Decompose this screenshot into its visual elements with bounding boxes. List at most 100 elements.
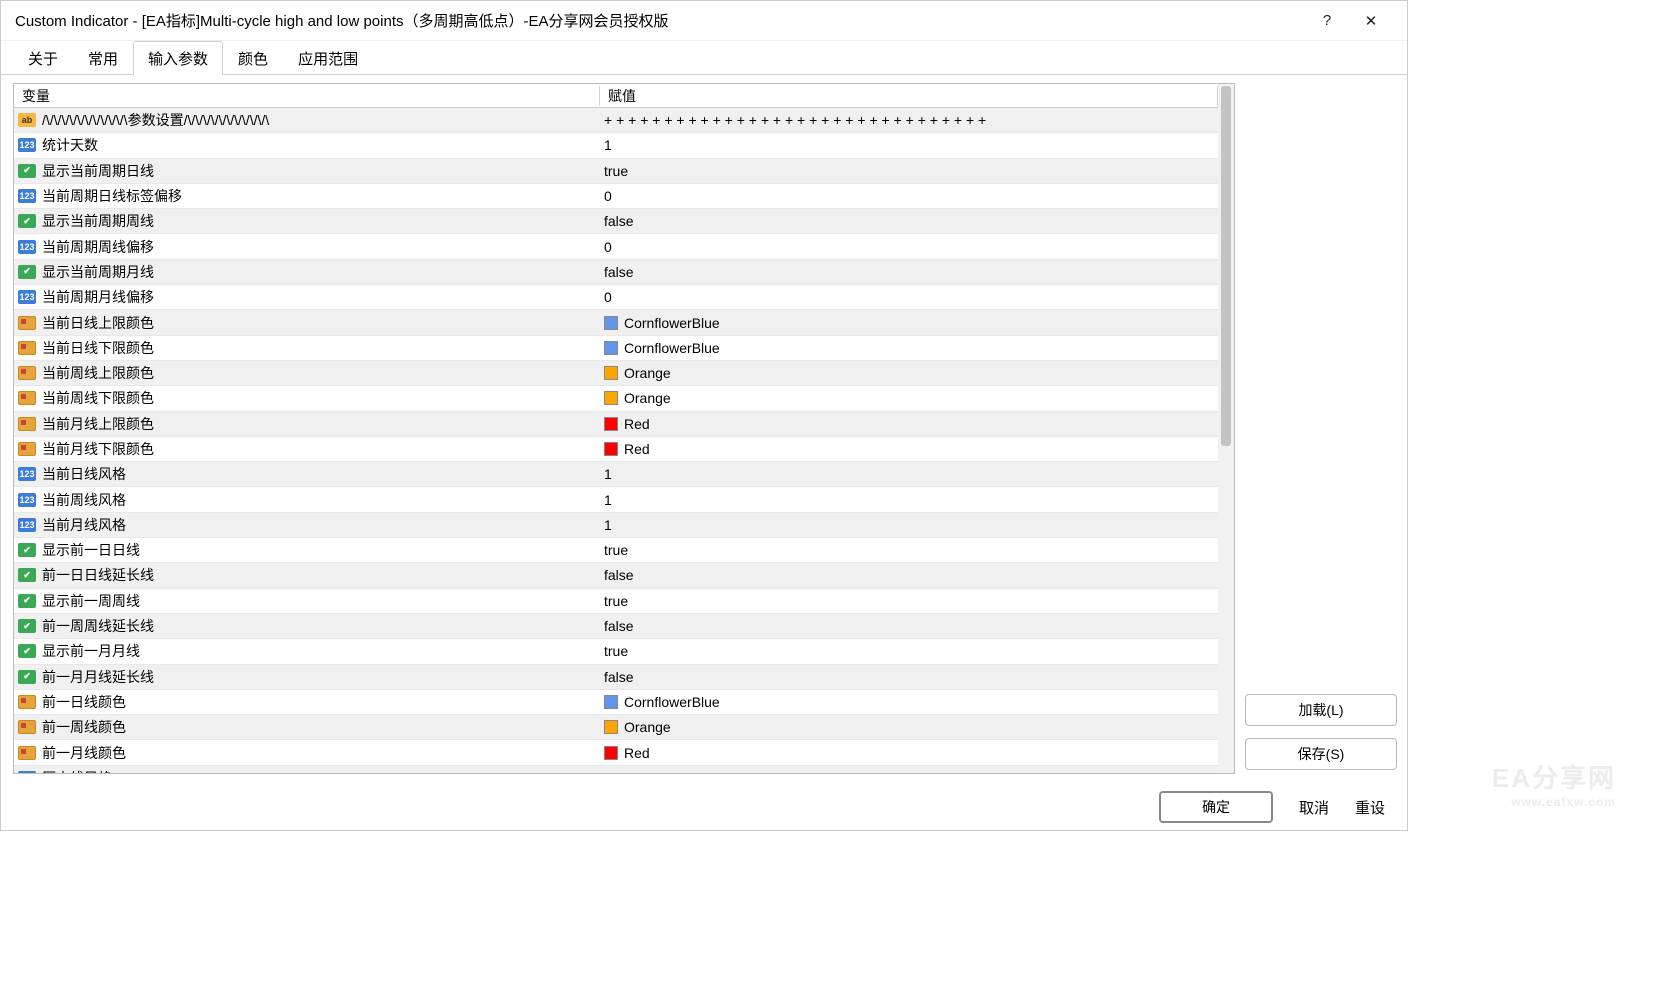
param-name-cell[interactable]: ✔前一日日线延长线 [14, 565, 600, 585]
param-name-cell[interactable]: 123统计天数 [14, 135, 600, 155]
table-row[interactable]: 前一周线颜色Orange [14, 715, 1218, 740]
param-value-cell[interactable]: Red [600, 416, 1218, 432]
param-name-cell[interactable]: ✔显示前一月月线 [14, 641, 600, 661]
param-name-cell[interactable]: 前一月线颜色 [14, 743, 600, 763]
param-value-cell[interactable]: Orange [600, 390, 1218, 406]
table-row[interactable]: 123历史线风格0 [14, 766, 1218, 773]
table-row[interactable]: 123当前周期日线标签偏移0 [14, 184, 1218, 209]
param-value-cell[interactable]: false [600, 264, 1218, 280]
table-row[interactable]: 前一月线颜色Red [14, 740, 1218, 765]
param-name-cell[interactable]: 123当前周期月线偏移 [14, 287, 600, 307]
param-value-cell[interactable]: 0 [600, 188, 1218, 204]
param-value-cell[interactable]: 0 [600, 289, 1218, 305]
param-name-cell[interactable]: ab/\/\/\/\/\/\/\/\/\/\/\参数设置/\/\/\/\/\/\… [14, 110, 600, 130]
save-button[interactable]: 保存(S) [1245, 738, 1397, 770]
param-value-cell[interactable]: false [600, 618, 1218, 634]
param-value-cell[interactable]: 0 [600, 239, 1218, 255]
param-name-cell[interactable]: ✔前一周周线延长线 [14, 616, 600, 636]
table-row[interactable]: 123当前周期周线偏移0 [14, 234, 1218, 259]
table-row[interactable]: 当前周线上限颜色Orange [14, 361, 1218, 386]
param-value-cell[interactable]: 1 [600, 466, 1218, 482]
scrollbar-thumb[interactable] [1221, 86, 1231, 446]
param-name-cell[interactable]: ✔显示当前周期日线 [14, 161, 600, 181]
param-value-cell[interactable]: true [600, 593, 1218, 609]
tab-4[interactable]: 应用范围 [283, 41, 373, 75]
table-row[interactable]: 123当前周线风格1 [14, 487, 1218, 512]
table-row[interactable]: 当前日线下限颜色CornflowerBlue [14, 336, 1218, 361]
param-value-cell[interactable]: 1 [600, 137, 1218, 153]
param-value-cell[interactable]: true [600, 643, 1218, 659]
param-name-cell[interactable]: ✔显示当前周期周线 [14, 211, 600, 231]
param-name-cell[interactable]: 123历史线风格 [14, 768, 600, 773]
table-row[interactable]: ✔显示当前周期日线true [14, 159, 1218, 184]
param-name-cell[interactable]: 123当前周期日线标签偏移 [14, 186, 600, 206]
param-name-cell[interactable]: 前一日线颜色 [14, 692, 600, 712]
table-row[interactable]: 123当前月线风格1 [14, 513, 1218, 538]
param-value-cell[interactable]: Orange [600, 365, 1218, 381]
table-row[interactable]: 当前月线上限颜色Red [14, 412, 1218, 437]
table-row[interactable]: 123统计天数1 [14, 133, 1218, 158]
param-value-cell[interactable]: CornflowerBlue [600, 315, 1218, 331]
param-value-cell[interactable]: false [600, 669, 1218, 685]
param-name-cell[interactable]: 123当前周线风格 [14, 490, 600, 510]
close-button[interactable]: ✕ [1349, 12, 1393, 30]
param-value-cell[interactable]: 1 [600, 492, 1218, 508]
table-row[interactable]: ✔显示当前周期周线false [14, 209, 1218, 234]
table-row[interactable]: 当前周线下限颜色 Orange [14, 386, 1218, 411]
color-swatch [604, 316, 618, 330]
cancel-button[interactable]: 取消 [1299, 797, 1329, 818]
load-button[interactable]: 加载(L) [1245, 694, 1397, 726]
scrollbar[interactable] [1218, 84, 1234, 773]
tab-3[interactable]: 颜色 [223, 41, 283, 75]
param-value-cell[interactable]: Red [600, 441, 1218, 457]
table-row[interactable]: ✔前一周周线延长线false [14, 614, 1218, 639]
param-value-cell[interactable]: CornflowerBlue [600, 340, 1218, 356]
tab-0[interactable]: 关于 [13, 41, 73, 75]
param-name-cell[interactable]: ✔前一月月线延长线 [14, 667, 600, 687]
param-name-cell[interactable]: ✔显示前一日日线 [14, 540, 600, 560]
param-value-cell[interactable]: false [600, 213, 1218, 229]
table-row[interactable]: ✔显示前一周周线true [14, 589, 1218, 614]
table-row[interactable]: ✔前一月月线延长线false [14, 665, 1218, 690]
tab-2[interactable]: 输入参数 [133, 41, 223, 75]
param-value-cell[interactable]: 1 [600, 517, 1218, 533]
table-row[interactable]: 当前月线下限颜色Red [14, 437, 1218, 462]
param-name-cell[interactable]: 前一周线颜色 [14, 717, 600, 737]
tab-1[interactable]: 常用 [73, 41, 133, 75]
param-name-cell[interactable]: 当前日线下限颜色 [14, 338, 600, 358]
help-button[interactable]: ? [1305, 12, 1349, 29]
reset-button[interactable]: 重设 [1355, 797, 1385, 818]
table-row[interactable]: 123当前周期月线偏移0 [14, 285, 1218, 310]
param-name-cell[interactable]: 当前月线下限颜色 [14, 439, 600, 459]
param-value-cell[interactable]: + + + + + + + + + + + + + + + + + + + + … [600, 112, 1218, 128]
table-row[interactable]: ✔显示前一月月线true [14, 639, 1218, 664]
param-value-cell[interactable]: CornflowerBlue [600, 694, 1218, 710]
param-value-cell[interactable]: 0 [600, 770, 1218, 773]
param-name-cell[interactable]: 当前周线上限颜色 [14, 363, 600, 383]
table-row[interactable]: ab/\/\/\/\/\/\/\/\/\/\/\参数设置/\/\/\/\/\/\… [14, 108, 1218, 133]
param-name-cell[interactable]: 当前月线上限颜色 [14, 414, 600, 434]
param-name-cell[interactable]: 123当前月线风格 [14, 515, 600, 535]
param-value-cell[interactable]: true [600, 163, 1218, 179]
param-value-cell[interactable]: Red [600, 745, 1218, 761]
table-row[interactable]: ✔显示当前周期月线false [14, 260, 1218, 285]
param-name-cell[interactable]: 当前日线上限颜色 [14, 313, 600, 333]
param-name-cell[interactable]: 123当前周期周线偏移 [14, 237, 600, 257]
param-value-cell[interactable]: Orange [600, 719, 1218, 735]
param-name-cell[interactable]: ✔显示前一周周线 [14, 591, 600, 611]
param-name-cell[interactable]: ✔显示当前周期月线 [14, 262, 600, 282]
param-name-cell[interactable]: 123当前日线风格 [14, 464, 600, 484]
table-row[interactable]: 前一日线颜色CornflowerBlue [14, 690, 1218, 715]
table-row[interactable]: ✔前一日日线延长线false [14, 563, 1218, 588]
ok-button[interactable]: 确定 [1159, 791, 1273, 823]
table-row[interactable]: 当前日线上限颜色CornflowerBlue [14, 310, 1218, 335]
param-value-cell[interactable]: false [600, 567, 1218, 583]
param-value: Orange [624, 390, 671, 406]
table-row[interactable]: ✔显示前一日日线true [14, 538, 1218, 563]
header-value[interactable]: 赋值 [600, 86, 1218, 106]
param-name-cell[interactable]: 当前周线下限颜色 [14, 388, 600, 408]
header-variable[interactable]: 变量 [14, 86, 600, 106]
table-row[interactable]: 123当前日线风格1 [14, 462, 1218, 487]
param-value-cell[interactable]: true [600, 542, 1218, 558]
params-table[interactable]: 变量赋值ab/\/\/\/\/\/\/\/\/\/\/\参数设置/\/\/\/\… [14, 84, 1218, 773]
